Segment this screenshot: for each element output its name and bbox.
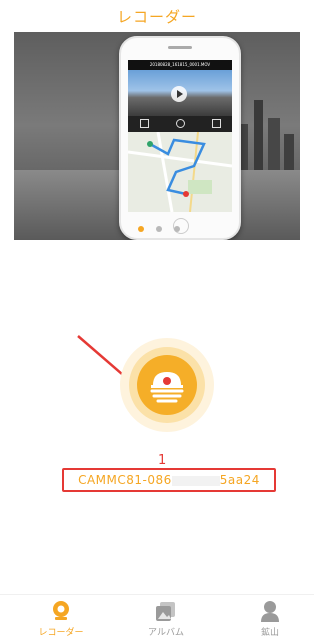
promo-banner[interactable]: 20180828_161815_0001.MOV <box>14 32 300 240</box>
edit-icon <box>140 119 149 128</box>
tab-recorder-label: レコーダー <box>38 628 84 638</box>
dashcam-icon <box>150 372 184 403</box>
camera-device-button[interactable] <box>137 355 197 415</box>
phone-screen: 20180828_161815_0001.MOV <box>128 60 232 212</box>
route-map <box>128 131 232 212</box>
video-toolbar <box>128 116 232 132</box>
tab-mine[interactable]: 鉱山 <box>235 599 305 638</box>
play-icon <box>171 86 187 102</box>
page-title: レコーダー <box>116 8 197 26</box>
list-icon <box>212 119 221 128</box>
device-id-suffix: 5aa24 <box>219 473 260 487</box>
pager-dot[interactable] <box>174 226 180 232</box>
bottom-nav: レコーダー アルバム 鉱山 <box>0 594 314 642</box>
device-id-label[interactable]: CAMMC81-086 5aa24 <box>62 468 276 492</box>
video-preview <box>128 70 232 116</box>
tab-album-label: アルバム <box>148 628 184 638</box>
device-id-prefix: CAMMC81-086 <box>78 473 172 487</box>
annotation-number-1: 1 <box>158 453 167 468</box>
recorder-icon <box>53 601 69 620</box>
pager-dot[interactable] <box>156 226 162 232</box>
location-icon <box>176 119 185 128</box>
album-icon <box>156 602 175 621</box>
video-title: 20180828_161815_0001.MOV <box>128 60 232 70</box>
phone-mockup: 20180828_161815_0001.MOV <box>119 36 241 240</box>
pager-dot-active[interactable] <box>138 226 144 232</box>
user-icon <box>261 601 279 622</box>
tab-album[interactable]: アルバム <box>131 599 201 638</box>
tab-recorder[interactable]: レコーダー <box>26 599 96 638</box>
tab-mine-label: 鉱山 <box>260 628 279 638</box>
carousel-pager[interactable] <box>138 226 186 234</box>
redaction-mask <box>171 475 220 486</box>
